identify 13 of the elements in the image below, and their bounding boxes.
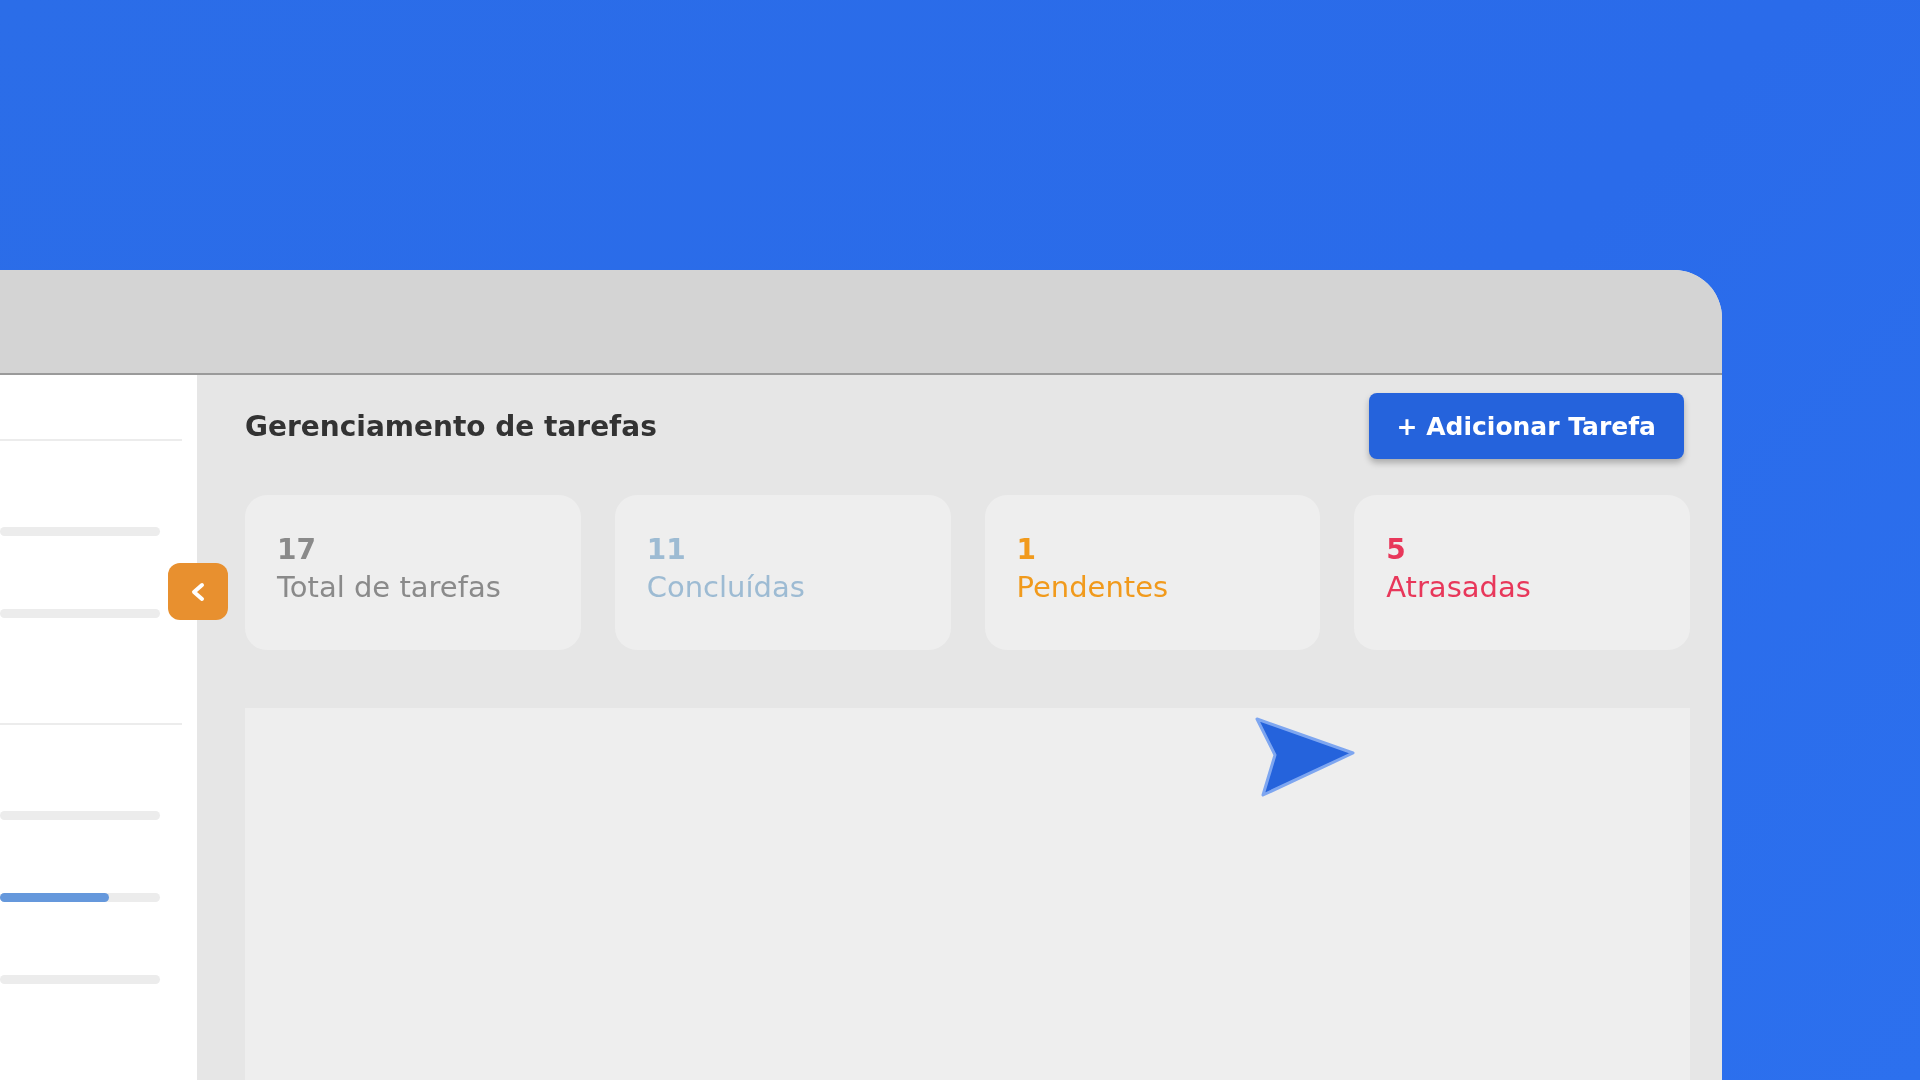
stat-label: Total de tarefas xyxy=(277,570,502,604)
stat-label: Concluídas xyxy=(646,570,806,604)
stat-value: 1 xyxy=(1016,533,1037,566)
pointer-arrow-icon xyxy=(1253,715,1357,799)
collapse-sidebar-button[interactable] xyxy=(168,563,228,620)
add-task-button[interactable]: + Adicionar Tarefa xyxy=(1368,393,1684,459)
stat-label: Pendentes xyxy=(1016,570,1170,604)
stat-label: Atrasadas xyxy=(1386,570,1532,604)
chevron-left-icon xyxy=(189,581,207,602)
page-title: Gerenciamento de tarefas xyxy=(245,409,657,443)
stat-value: 17 xyxy=(277,533,317,566)
stat-value: 11 xyxy=(646,533,687,566)
stat-value: 5 xyxy=(1386,533,1407,566)
